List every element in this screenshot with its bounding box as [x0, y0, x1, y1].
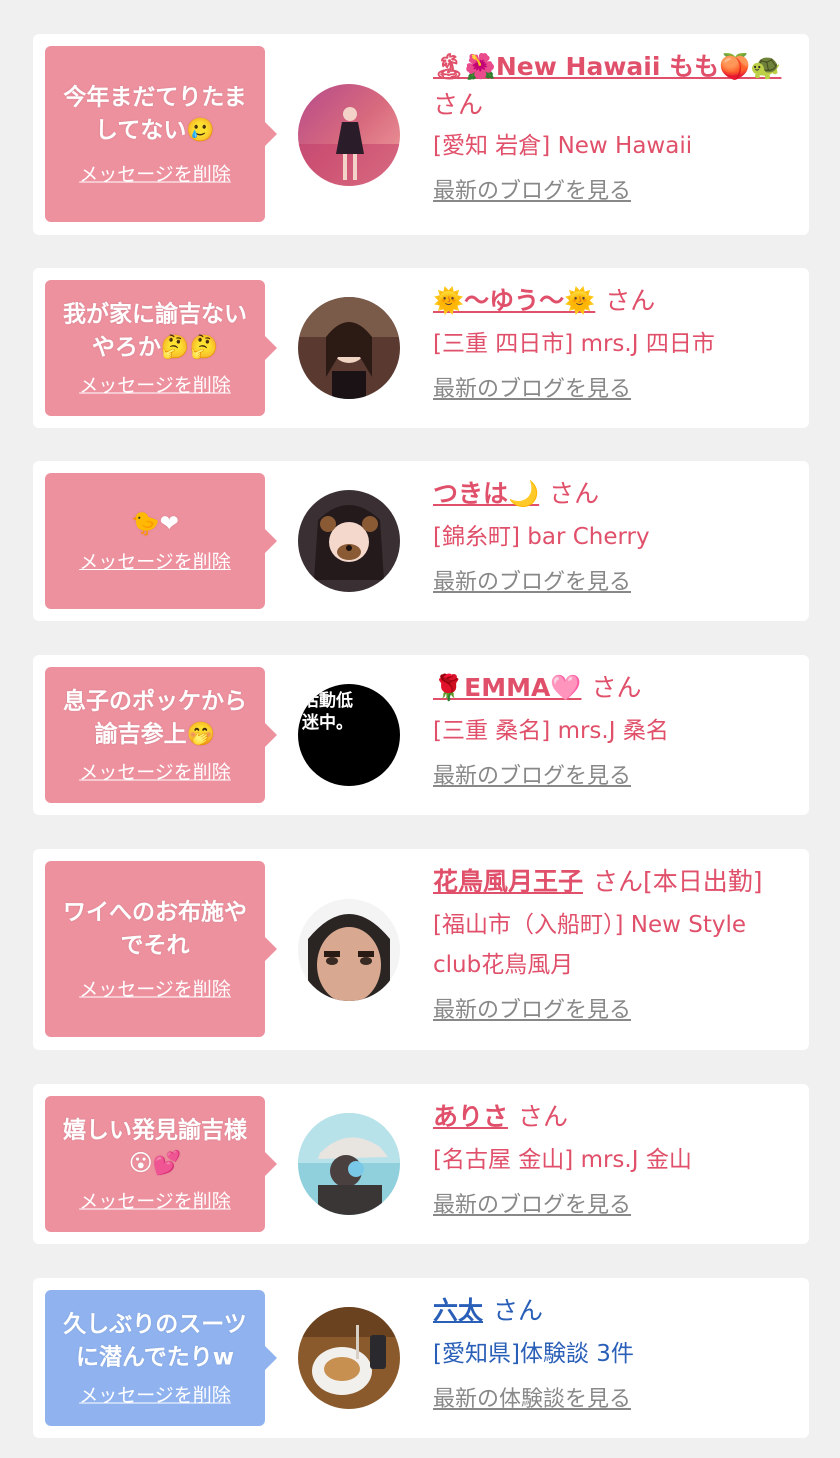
message-card: 今年まだてりたま してない🥲 メッセージを削除 🏝🌺New Hawaii もも🍑…: [33, 34, 809, 235]
message-text: 我が家に諭吉ない やろか🤔🤔: [63, 301, 247, 361]
message-text: 🐤❤: [131, 511, 179, 537]
message-bubble: ワイへのお布施や でそれ メッセージを削除: [45, 861, 277, 1037]
cast-name-line: 🌞〜ゆう〜🌞 さん: [433, 282, 793, 320]
san-label: さん: [518, 1102, 569, 1131]
shop-info: [福山市（入船町）] New Style club花鳥風月: [433, 912, 747, 978]
san-label: さん: [549, 479, 600, 508]
message-text: 今年まだてりたま してない🥲: [63, 84, 247, 144]
message-text: 久しぶりのスーツ に潜んでたりw: [63, 1311, 247, 1371]
message-card: ワイへのお布施や でそれ メッセージを削除 花鳥風月王子 さん[本日出勤] [福…: [33, 849, 809, 1050]
message-text: 嬉しい発見諭吉様 😮💕: [63, 1117, 247, 1177]
message-text: ワイへのお布施や でそれ: [63, 899, 247, 959]
message-card: 🐤❤ メッセージを削除 つきは🌙 さん [錦糸町] bar Cherry 最新のブ…: [33, 461, 809, 621]
delete-message-link[interactable]: メッセージを削除: [79, 1187, 231, 1214]
avatar[interactable]: [298, 490, 400, 592]
shop-info: [愛知 岩倉] New Hawaii: [433, 133, 693, 159]
san-label: さん: [493, 1296, 544, 1325]
message-bubble: 我が家に諭吉ない やろか🤔🤔 メッセージを削除: [45, 280, 277, 416]
cast-name-link[interactable]: 🌹EMMA🩷: [433, 673, 581, 702]
cast-name-link[interactable]: 花鳥風月王子: [433, 867, 583, 896]
blog-link[interactable]: 最新のブログを見る: [433, 176, 631, 208]
blog-link[interactable]: 最新のブログを見る: [433, 1190, 631, 1222]
avatar[interactable]: [298, 83, 400, 186]
message-card: 久しぶりのスーツ に潜んでたりw メッセージを削除 六太 さん [愛知県]体験談 …: [33, 1278, 809, 1438]
blog-link[interactable]: 最新のブログを見る: [433, 567, 631, 599]
review-link[interactable]: 最新の体験談を見る: [433, 1384, 631, 1416]
delete-message-link[interactable]: メッセージを削除: [79, 371, 231, 398]
san-label: さん: [605, 286, 656, 315]
avatar[interactable]: [298, 898, 400, 1001]
cast-name-link[interactable]: 🏝🌺New Hawaii もも🍑🐢: [433, 52, 781, 81]
avatar-text: 活動低迷中。: [302, 691, 353, 733]
delete-message-link[interactable]: メッセージを削除: [79, 547, 231, 574]
delete-message-link[interactable]: メッセージを削除: [79, 758, 231, 785]
san-label: さん[本日出勤]: [593, 867, 763, 896]
message-card: 息子のポッケから 諭吉参上🤭 メッセージを削除 活動低迷中。 🌹EMMA🩷 さん …: [33, 655, 809, 815]
cast-name-line: 花鳥風月王子 さん[本日出勤]: [433, 863, 793, 901]
cast-name-line: つきは🌙 さん: [433, 475, 793, 513]
blog-link[interactable]: 最新のブログを見る: [433, 761, 631, 793]
avatar[interactable]: [298, 297, 400, 399]
delete-message-link[interactable]: メッセージを削除: [79, 1381, 231, 1408]
avatar[interactable]: [298, 1307, 400, 1409]
delete-message-link[interactable]: メッセージを削除: [79, 160, 231, 187]
cast-name-link[interactable]: 🌞〜ゆう〜🌞: [433, 286, 595, 315]
shop-info: [名古屋 金山] mrs.J 金山: [433, 1147, 692, 1173]
avatar[interactable]: 活動低迷中。: [298, 684, 400, 786]
blog-link[interactable]: 最新のブログを見る: [433, 374, 631, 406]
avatar[interactable]: [298, 1113, 400, 1215]
message-bubble: 息子のポッケから 諭吉参上🤭 メッセージを削除: [45, 667, 277, 803]
shop-info: [錦糸町] bar Cherry: [433, 524, 650, 550]
reviewer-name-line: 六太 さん: [433, 1292, 793, 1330]
message-bubble: 嬉しい発見諭吉様 😮💕 メッセージを削除: [45, 1096, 277, 1232]
cast-name-link[interactable]: ありさ: [433, 1102, 508, 1131]
message-bubble: 🐤❤ メッセージを削除: [45, 473, 277, 609]
cast-name-line: ありさ さん: [433, 1098, 793, 1136]
cast-name-line: 🏝🌺New Hawaii もも🍑🐢 さん: [433, 48, 793, 124]
cast-name-line: 🌹EMMA🩷 さん: [433, 669, 793, 707]
message-list: 今年まだてりたま してない🥲 メッセージを削除 🏝🌺New Hawaii もも🍑…: [0, 0, 840, 1458]
shop-info: [三重 四日市] mrs.J 四日市: [433, 331, 715, 357]
delete-message-link[interactable]: メッセージを削除: [79, 975, 231, 1002]
cast-name-link[interactable]: つきは🌙: [433, 479, 539, 508]
message-bubble: 久しぶりのスーツ に潜んでたりw メッセージを削除: [45, 1290, 277, 1426]
message-bubble: 今年まだてりたま してない🥲 メッセージを削除: [45, 46, 277, 222]
message-text: 息子のポッケから 諭吉参上🤭: [63, 688, 247, 748]
blog-link[interactable]: 最新のブログを見る: [433, 995, 631, 1027]
message-card: 嬉しい発見諭吉様 😮💕 メッセージを削除 ありさ さん [名古屋 金山] mrs.…: [33, 1084, 809, 1244]
review-info: [愛知県]体験談 3件: [433, 1341, 634, 1367]
message-card: 我が家に諭吉ない やろか🤔🤔 メッセージを削除 🌞〜ゆう〜🌞 さん [三重 四日市…: [33, 268, 809, 428]
shop-info: [三重 桑名] mrs.J 桑名: [433, 718, 669, 744]
san-label: さん: [591, 673, 642, 702]
reviewer-name-link[interactable]: 六太: [433, 1296, 483, 1325]
san-label: さん: [433, 90, 484, 119]
